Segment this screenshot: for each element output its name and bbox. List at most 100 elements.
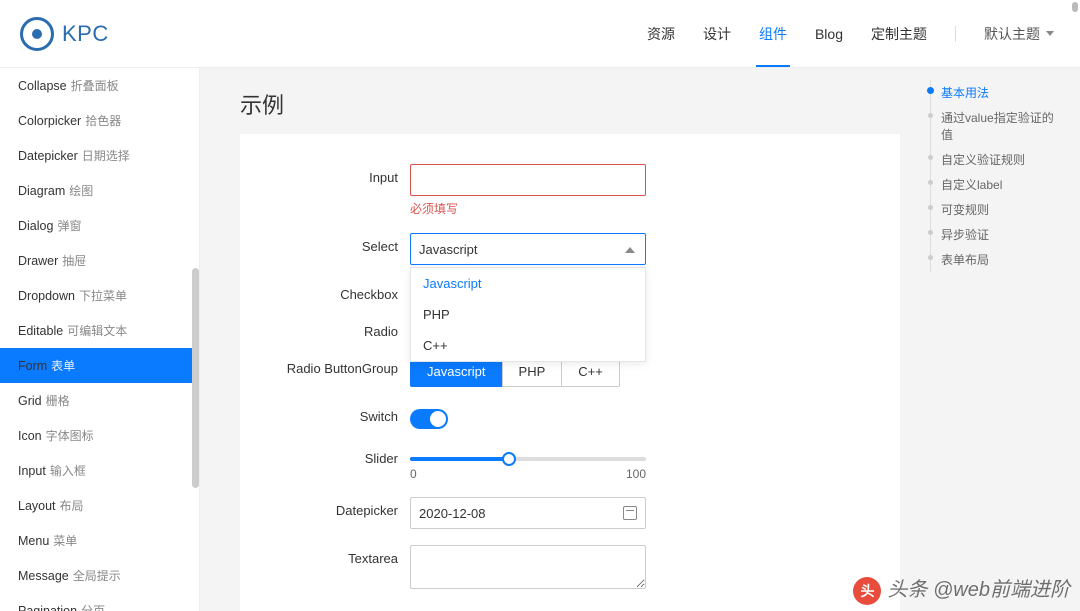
sidebar-item[interactable]: Drawer抽屉 [0, 243, 199, 278]
sidebar-scroll-thumb[interactable] [192, 268, 199, 488]
nav-item-resources[interactable]: 资源 [647, 2, 675, 66]
sidebar-item-cn: 弹窗 [57, 219, 81, 233]
input-error-text: 必须填写 [410, 200, 650, 217]
label-input: Input [240, 164, 410, 185]
sidebar-item[interactable]: Diagram 绘图 [0, 173, 199, 208]
sidebar-item[interactable]: Colorpicker 拾色器 [0, 103, 199, 138]
switch-knob [430, 411, 446, 427]
sidebar-item-en: Message [18, 569, 69, 583]
sidebar-item[interactable]: Editable 可编辑文本 [0, 313, 199, 348]
textarea-field[interactable] [410, 545, 646, 589]
chevron-down-icon [1046, 31, 1054, 36]
sidebar-item-en: Editable [18, 324, 63, 338]
label-textarea: Textarea [240, 545, 410, 566]
sidebar-item[interactable]: Form 表单 [0, 348, 199, 383]
sidebar-item-cn: 分页 [81, 604, 105, 611]
dropdown-option[interactable]: C++ [411, 330, 645, 361]
sidebar-item-en: Dialog [18, 219, 53, 233]
label-switch: Switch [240, 403, 410, 424]
sidebar-item-en: Datepicker [18, 149, 78, 163]
sidebar-item-en: Diagram [18, 184, 65, 198]
select-field[interactable]: Javascript [410, 233, 646, 265]
sidebar-item-cn: 下拉菜单 [79, 289, 127, 303]
sidebar-item[interactable]: Dropdown下拉菜单 [0, 278, 199, 313]
row-switch: Switch [240, 403, 900, 429]
sidebar-item-cn: 布局 [60, 499, 84, 513]
dropdown-option[interactable]: Javascript [411, 268, 645, 299]
app-header: KPC 资源 设计 组件 Blog 定制主题 默认主题 [0, 0, 1080, 68]
sidebar-item[interactable]: Menu 菜单 [0, 523, 199, 558]
label-datepicker: Datepicker [240, 497, 410, 518]
sidebar-item-en: Icon [18, 429, 42, 443]
row-input: Input 必须填写 [240, 164, 900, 217]
anchor-item[interactable]: 基本用法 [931, 80, 1060, 105]
sidebar-item-en: Grid [18, 394, 42, 408]
logo-icon [20, 17, 54, 51]
sidebar-item-en: Colorpicker [18, 114, 81, 128]
theme-select[interactable]: 默认主题 [984, 24, 1054, 44]
slider-fill [410, 457, 509, 461]
page-scrollbar-thumb[interactable] [1072, 2, 1078, 12]
slider-labels: 0 100 [410, 467, 646, 481]
calendar-icon [623, 506, 637, 520]
anchor-nav: 基本用法通过value指定验证的值自定义验证规则自定义label可变规则异步验证… [930, 80, 1060, 272]
sidebar-scroll-rail [190, 68, 199, 611]
brand-logo[interactable]: KPC [20, 17, 109, 51]
input-field[interactable] [410, 164, 646, 196]
chevron-up-icon [625, 247, 635, 253]
sidebar-item[interactable]: Datepicker 日期选择 [0, 138, 199, 173]
slider-track [410, 457, 646, 461]
switch-toggle[interactable] [410, 409, 448, 429]
label-select: Select [240, 233, 410, 254]
label-checkbox: Checkbox [240, 281, 410, 302]
sidebar-item-cn: 绘图 [69, 184, 93, 198]
demo-card: Input 必须填写 Select Javascript Javascript [240, 134, 900, 611]
anchor-item[interactable]: 通过value指定验证的值 [931, 105, 1060, 147]
sidebar-item-cn: 日期选择 [82, 149, 130, 163]
slider-max: 100 [626, 467, 646, 481]
label-radio: Radio [240, 318, 410, 339]
sidebar-item-cn: 全局提示 [73, 569, 121, 583]
nav-item-theme[interactable]: 定制主题 [871, 2, 927, 66]
sidebar-item-cn: 可编辑文本 [67, 324, 127, 338]
sidebar-item-cn: 表单 [51, 359, 75, 373]
theme-select-label: 默认主题 [984, 24, 1040, 44]
datepicker-field[interactable]: 2020-12-08 [410, 497, 646, 529]
slider-handle[interactable] [502, 452, 516, 466]
anchor-item[interactable]: 自定义label [931, 172, 1060, 197]
brand-text: KPC [62, 21, 109, 47]
nav-item-components[interactable]: 组件 [759, 2, 787, 66]
row-slider: Slider 0 100 [240, 445, 900, 481]
anchor-item[interactable]: 自定义验证规则 [931, 147, 1060, 172]
anchor-item[interactable]: 可变规则 [931, 197, 1060, 222]
nav-item-blog[interactable]: Blog [815, 4, 843, 64]
nav-item-design[interactable]: 设计 [703, 2, 731, 66]
row-select: Select Javascript Javascript PHP C++ [240, 233, 900, 265]
sidebar-item[interactable]: Layout布局 [0, 488, 199, 523]
select-dropdown: Javascript PHP C++ [410, 267, 646, 362]
sidebar-item-en: Form [18, 359, 47, 373]
row-textarea: Textarea [240, 545, 900, 592]
sidebar-item[interactable]: Collapse折叠面板 [0, 68, 199, 103]
sidebar-item[interactable]: Message 全局提示 [0, 558, 199, 593]
sidebar-item[interactable]: Input 输入框 [0, 453, 199, 488]
sidebar-item-cn: 输入框 [50, 464, 86, 478]
select-value: Javascript [419, 242, 478, 257]
slider[interactable]: 0 100 [410, 457, 646, 481]
app-main: Collapse折叠面板 Colorpicker 拾色器 Datepicker 日期选择… [0, 68, 1080, 611]
sidebar-item[interactable]: Dialog 弹窗 [0, 208, 199, 243]
sidebar-item[interactable]: Pagination 分页 [0, 593, 199, 611]
sidebar-item-cn: 拾色器 [85, 114, 121, 128]
sidebar-item-cn: 菜单 [53, 534, 77, 548]
sidebar-item[interactable]: Icon字体图标 [0, 418, 199, 453]
sidebar-item-cn: 抽屉 [62, 254, 86, 268]
dropdown-option[interactable]: PHP [411, 299, 645, 330]
datepicker-value: 2020-12-08 [419, 506, 486, 521]
anchor-item[interactable]: 表单布局 [931, 247, 1060, 272]
sidebar-item-en: Input [18, 464, 46, 478]
sidebar-item[interactable]: Grid栅格 [0, 383, 199, 418]
sidebar-item-en: Pagination [18, 604, 77, 611]
sidebar-item-en: Menu [18, 534, 49, 548]
label-slider: Slider [240, 445, 410, 466]
anchor-item[interactable]: 异步验证 [931, 222, 1060, 247]
